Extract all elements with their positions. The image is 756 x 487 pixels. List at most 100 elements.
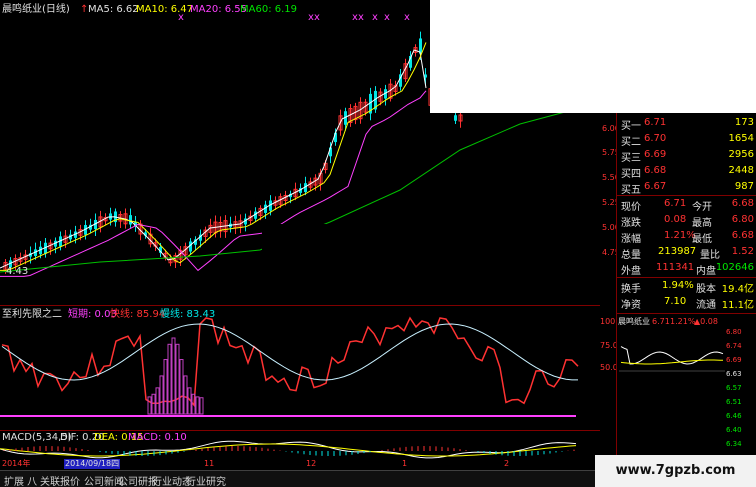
signal-bar bbox=[175, 343, 180, 415]
mini-avg-line bbox=[620, 359, 724, 365]
stat-value: 111341 bbox=[656, 262, 695, 273]
order-label: 买二 bbox=[621, 137, 641, 148]
mini-tick: 6.40 bbox=[726, 426, 742, 434]
order-row[interactable]: 买四 6.68 2448 bbox=[618, 163, 756, 180]
order-row[interactable]: 买五 6.67 987 bbox=[618, 179, 756, 196]
stat-label: 最低 bbox=[692, 234, 712, 245]
stat-label: 流通 bbox=[696, 300, 716, 311]
stat-row: 总量 213987 量比 1.52 bbox=[618, 244, 756, 261]
slow-line bbox=[1, 323, 578, 381]
order-price: 6.67 bbox=[644, 181, 667, 192]
stat-label: 现价 bbox=[621, 202, 641, 213]
stat-label: 净资 bbox=[621, 300, 641, 311]
mini-tick: 6.80 bbox=[726, 328, 742, 336]
indicator-panel[interactable] bbox=[0, 305, 600, 430]
mini-pct: 1.21% bbox=[670, 317, 696, 326]
order-volume: 2956 bbox=[728, 149, 754, 160]
stat-row: 外盘 111341 内盘 102646 bbox=[618, 260, 756, 277]
stat-value: 1.94% bbox=[662, 280, 694, 291]
order-row[interactable]: 买一 6.71 173 bbox=[618, 115, 756, 132]
macd-legend: MACD(5,34,5) DIF: 0.20 DEA: 0.15 MACD: 0… bbox=[2, 432, 302, 444]
month-label: 11 bbox=[204, 459, 215, 468]
mini-tick: 6.57 bbox=[726, 384, 742, 392]
order-label: 买一 bbox=[621, 121, 641, 132]
indicator-name: 至利先限之二 bbox=[2, 309, 62, 320]
indicator-line2: 快线: 85.94 bbox=[110, 309, 166, 320]
signal-mark: x bbox=[314, 12, 320, 23]
mini-title: 晨鸣纸业 bbox=[618, 317, 650, 326]
order-label: 买五 bbox=[621, 185, 641, 196]
signal-bar bbox=[187, 387, 192, 415]
signal-bar bbox=[179, 359, 184, 415]
menu-item-related-quotes[interactable]: 关联报价 bbox=[40, 473, 80, 487]
menu-item-industry-research[interactable]: 行业研究 bbox=[186, 473, 226, 487]
order-row[interactable]: 买二 6.70 1654 bbox=[618, 131, 756, 148]
mini-tick: 6.34 bbox=[726, 440, 742, 448]
mini-tick: 6.74 bbox=[726, 342, 742, 350]
signal-bar bbox=[167, 343, 172, 415]
stat-label: 涨跌 bbox=[621, 218, 641, 229]
stat-value: 1.52 bbox=[731, 246, 754, 257]
candle-body bbox=[454, 115, 457, 121]
low-price-label: 4.43 bbox=[6, 266, 29, 277]
stat-value: 1.21% bbox=[664, 230, 696, 241]
stat-label: 涨幅 bbox=[621, 234, 641, 245]
stat-label: 总量 bbox=[621, 250, 641, 261]
watermark: www.7gpzb.com bbox=[595, 455, 756, 487]
stat-row: 涨幅 1.21% 最低 6.68 bbox=[618, 228, 756, 245]
redaction-box bbox=[262, 224, 410, 262]
stat-label: 股本 bbox=[696, 284, 716, 295]
mini-price-line bbox=[620, 346, 724, 365]
month-label: 2 bbox=[504, 459, 510, 468]
signal-bar bbox=[155, 387, 160, 415]
indicator-legend: 至利先限之二 短期: 0.03 快线: 85.94 慢线: 83.43 bbox=[2, 309, 302, 321]
candle-body bbox=[419, 38, 422, 54]
indicator-line3: 慢线: 83.43 bbox=[160, 309, 216, 320]
order-volume: 173 bbox=[734, 117, 754, 128]
stat-row: 净资 7.10 流通 11.1亿 bbox=[618, 294, 756, 311]
stat-value: 6.71 bbox=[664, 198, 687, 209]
signal-bar bbox=[183, 375, 188, 415]
signal-mark: x bbox=[404, 12, 410, 23]
month-label: 12 bbox=[306, 459, 317, 468]
indicator-chart bbox=[0, 316, 579, 417]
order-row[interactable]: 买三 6.69 2956 bbox=[618, 147, 756, 164]
stat-row: 涨跌 0.08 最高 6.80 bbox=[618, 212, 756, 229]
order-volume: 987 bbox=[734, 181, 754, 192]
mini-tick: 6.69 bbox=[726, 356, 742, 364]
macd-value: MACD: 0.10 bbox=[128, 432, 187, 443]
stat-label: 换手 bbox=[621, 284, 641, 295]
order-label: 买四 bbox=[621, 169, 641, 180]
order-price: 6.69 bbox=[644, 149, 667, 160]
mini-tick: 6.51 bbox=[726, 398, 742, 406]
stat-value: 6.80 bbox=[731, 214, 754, 225]
signal-mark: x bbox=[372, 12, 378, 23]
order-label: 买三 bbox=[621, 153, 641, 164]
stat-value: 19.4亿 bbox=[721, 284, 754, 295]
stat-label: 最高 bbox=[692, 218, 712, 229]
stat-label: 内盘 bbox=[696, 266, 716, 277]
order-price: 6.70 bbox=[644, 133, 667, 144]
signal-bar bbox=[163, 359, 168, 415]
fast-line bbox=[1, 316, 579, 408]
dea-line bbox=[0, 443, 577, 457]
stat-value: 11.1亿 bbox=[721, 300, 754, 311]
mini-price: 6.71 bbox=[652, 317, 670, 326]
order-volume: 1654 bbox=[728, 133, 754, 144]
signal-bar bbox=[171, 337, 176, 415]
year-label: 2014年 bbox=[2, 459, 31, 468]
blank-top-right bbox=[430, 0, 756, 113]
order-volume: 2448 bbox=[728, 165, 754, 176]
stat-value: 6.68 bbox=[731, 198, 754, 209]
signal-bar bbox=[159, 375, 164, 415]
signal-mark: x bbox=[358, 12, 364, 23]
menu-item-expand[interactable]: 扩展 八 bbox=[4, 473, 37, 487]
mini-tick: 6.63 bbox=[726, 370, 742, 378]
signal-bar bbox=[195, 396, 200, 415]
time-axis: 2014年 2014/09/18四 11 12 1 2 bbox=[0, 459, 595, 470]
cursor-date: 2014/09/18四 bbox=[64, 459, 121, 469]
signal-bar bbox=[151, 393, 156, 415]
stat-value: 6.68 bbox=[731, 230, 754, 241]
stat-value: 0.08 bbox=[664, 214, 687, 225]
stat-value: 7.10 bbox=[664, 296, 687, 307]
